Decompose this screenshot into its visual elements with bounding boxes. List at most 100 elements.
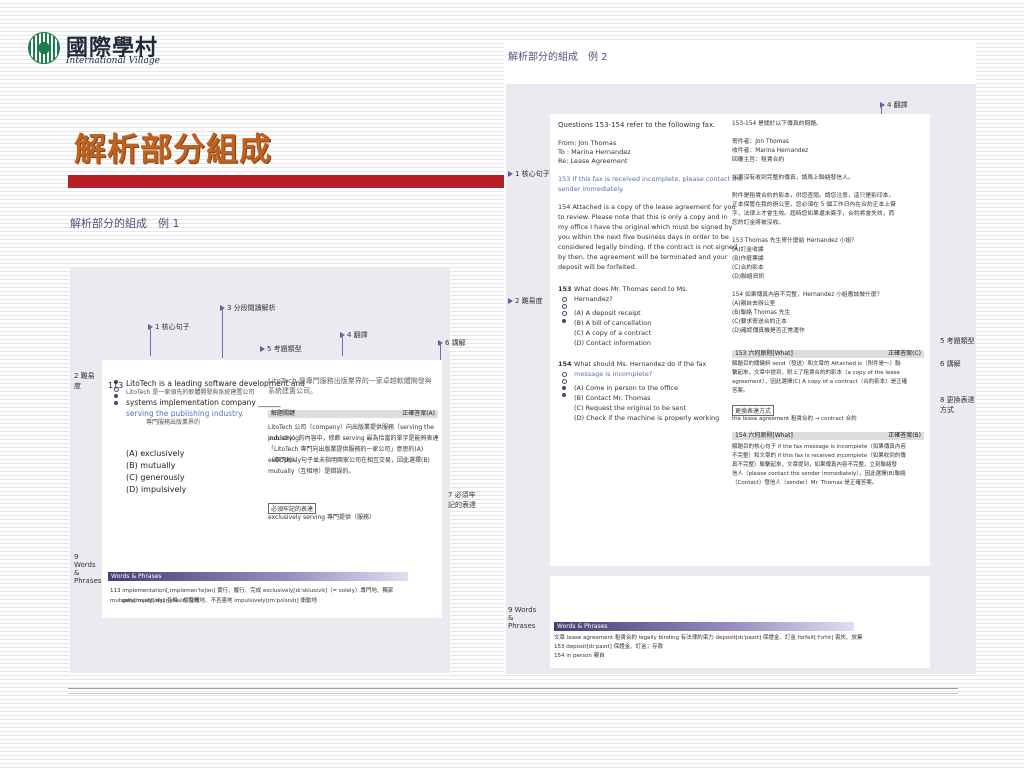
right-ann-2: 2 難易度	[508, 296, 543, 306]
a153-line-3: agreement），因此選擇(C) A copy of a contract（…	[732, 379, 908, 385]
difficulty-circle	[562, 304, 567, 309]
left-ann-2: 2 難易度	[74, 372, 95, 390]
footer-rule-2	[68, 693, 958, 694]
left-ann-7: 7 必須牢記的表達	[448, 491, 476, 509]
q153-option-d: (D) Contact information	[574, 339, 652, 347]
q154-stem-2: message is incomplete?	[574, 370, 653, 378]
a154-line-2: 不完整）和文章的 if this fax is received incompl…	[732, 453, 906, 459]
passage-p2-line-1: 154 Attached is a copy of the lease agre…	[558, 203, 736, 211]
right-example-panel: 4 翻譯 1 核心句子 2 難易度 5 考題類型 6 講解 8 更換表達方式 9…	[506, 84, 976, 674]
difficulty-circle	[562, 372, 567, 377]
left-ann-1: 1 核心句子	[148, 322, 190, 332]
a154-line-4: 信人（please contact the sender immediately…	[732, 471, 906, 477]
difficulty-dot	[562, 386, 566, 390]
translation-line: (A)親自去辦公室	[732, 301, 776, 307]
right-example-sheet: 解析部分的組成 例 2 4 翻譯 1 核心句子 2 難易度 5 考題類型 6 講…	[504, 42, 976, 674]
difficulty-dot	[562, 319, 566, 323]
translation-line: 153-154 是關於以下傳真的問題。	[732, 121, 822, 127]
translation-line: (C)合約影本	[732, 265, 764, 271]
arrow-icon	[260, 346, 265, 352]
left-question-paper: 113 LitoTech is a leading software devel…	[102, 360, 442, 540]
difficulty-circle	[562, 311, 567, 316]
passage-p2-line-7: deposit will be forfeited.	[558, 263, 637, 271]
passage-p2-line-4: you within the next five business days i…	[558, 233, 729, 241]
arrow-icon	[508, 298, 513, 304]
a153-line-2: 繫起來，文章中提到，附上了租賃合約的影本（a copy of the lease	[732, 370, 900, 376]
right-ann-6: 6 講解	[940, 360, 961, 368]
logo: 國際學村 International Village	[28, 30, 188, 70]
q154-stem-1: What should Ms. Hernandez do if the fax	[574, 360, 707, 368]
right-wp-line-3: 154 in person 親自	[554, 653, 605, 659]
passage-header: Questions 153-154 refer to the following…	[558, 121, 716, 129]
left-ann-9: 9 Words & Phrases	[74, 553, 102, 585]
q153-number: 153	[558, 285, 572, 293]
q154-option-d: (D) Check if the machine is properly wor…	[574, 414, 720, 422]
leader-line	[342, 334, 343, 356]
a154-line-5: （Contact）發信人（sender）Mr. Thomas 是正確答案。	[732, 480, 878, 486]
q153-option-a: (A) A deposit receipt	[574, 309, 641, 317]
slide-title: 解析部分組成	[74, 130, 273, 168]
option-a: (A) exclusively	[126, 449, 185, 458]
left-ann-4: 4 翻譯	[340, 330, 368, 340]
translation-line: (D)確認傳真機是否正常運作	[732, 328, 805, 334]
a154-line-1: 解題目的核心句子 if the fax message is incomplet…	[732, 444, 906, 450]
q153-option-b: (B) A bill of cancellation	[574, 319, 652, 327]
passage-p2-line-6: by then, the agreement will be terminate…	[558, 253, 728, 261]
translation-line: 您的訂金將被沒收。	[732, 220, 785, 226]
passage-p1-line-1: 153 If this fax is received incomplete, …	[558, 175, 743, 183]
leader-line	[222, 308, 223, 358]
option-c: (C) generously	[126, 473, 185, 482]
translation-line: 如果沒有收到完整的傳真，請馬上聯絡發信人。	[732, 175, 854, 181]
q154-option-a: (A) Come in person to the office	[574, 384, 678, 392]
translation-line: 153 Thomas 先生寄什麼給 Hernandez 小姐？	[732, 238, 857, 244]
q154-number: 154	[558, 360, 572, 368]
logo-english: International Village	[66, 56, 161, 66]
left-wp-bar: Words & Phrases	[108, 572, 408, 581]
right-ann-5: 5 考題類型	[940, 337, 975, 345]
question-line-3-note: 專門服務出版業界的	[146, 419, 201, 426]
footer-rule	[68, 688, 958, 689]
a154-head: 154 六何原則[What] 正確答案(B)	[732, 432, 924, 440]
passage-re: Re: Lease Agreement	[558, 157, 628, 165]
translation-line: 回覆主旨：租賃合約	[732, 157, 785, 163]
left-wp-paper: Words & Phrases 113 implementation[ˌɪmpl…	[102, 540, 442, 618]
a153-head: 153 六何原則[What] 正確答案(C)	[732, 350, 924, 358]
passage-p2-line-5: considered legally binding. If the contr…	[558, 243, 738, 251]
left-ann-3: 3 分段閱讀解析	[220, 303, 276, 313]
q154-option-b: (B) Contact Mr. Thomas	[574, 394, 651, 402]
right-wp-line-2: 153 deposit[dɪˈpazɪt] 保證金、訂金；存款	[554, 644, 664, 650]
left-translation: LitoTech 是專門服務出版業界的一家卓越軟體開發與系統建置公司。	[268, 377, 432, 395]
globe-logo-icon	[28, 32, 60, 64]
difficulty-dot	[114, 394, 118, 398]
translation-line: 正本保管在我的辦公室。您必須在 5 個工作日內在合約正本上簽	[732, 202, 896, 208]
option-d: (D) impulsively	[126, 485, 187, 494]
option-b: (B) mutually	[126, 461, 176, 470]
question-line-2: systems implementation company ______	[126, 398, 281, 407]
right-ann-8: 8 更換表達方式	[940, 396, 975, 414]
q154-option-c: (C) Request the original to be sent	[574, 404, 687, 412]
translation-line: (A)訂金收據	[732, 247, 764, 253]
right-wp-paper: Words & Phrases 文章 lease agreement 租賃合約 …	[550, 576, 930, 668]
a153-line-4: 答案。	[732, 388, 749, 394]
difficulty-circle	[562, 379, 567, 384]
translation-line: (B)聯絡 Thomas 先生	[732, 310, 791, 316]
right-ann-4: 4 翻譯	[880, 100, 908, 110]
passage-p2-line-2: to review. Please note that this is only…	[558, 213, 728, 221]
left-analysis-head: 解題關鍵 正確答案(A)	[268, 410, 438, 418]
right-example-label: 解析部分的組成 例 2	[508, 52, 608, 63]
translation-line: 寄件者：Jon Thomas	[732, 139, 789, 145]
translation-line: 字，法律上才會生效。屆時您如果還未簽字，合約將會失效，而	[732, 211, 895, 217]
left-analysis-line-4: （專門地）。句子並未指明兩家公司在相互交易，因此選擇(B)	[268, 457, 430, 464]
passage-p2-line-3: my office I have the original which must…	[558, 223, 733, 231]
left-analysis-line-5: mutually（互相地）是錯誤的。	[268, 468, 355, 475]
translation-line: 附件是租賃合約的影本，供您查閱。請您注意，這只是影印本，	[732, 193, 895, 199]
translation-line: 154 如果傳真內容不完整，Hernandez 小姐應該做什麼？	[732, 292, 883, 298]
a153-line-1: 解題目的關鍵詞 send（發送）和文章的 Attached is（附件是～）聯	[732, 361, 901, 367]
translation-line: 收件者：Marina Hernandez	[732, 148, 809, 154]
translation-line: (D)聯絡資訊	[732, 274, 765, 280]
q153-stem-1: What does Mr. Thomas send to Ms.	[574, 285, 688, 293]
memo-text: exclusively serving 專門提供（服務）	[268, 514, 375, 521]
q153-option-c: (C) A copy of a contract	[574, 329, 652, 337]
difficulty-circle	[562, 297, 567, 302]
right-wp-bar: Words & Phrases	[554, 622, 854, 631]
